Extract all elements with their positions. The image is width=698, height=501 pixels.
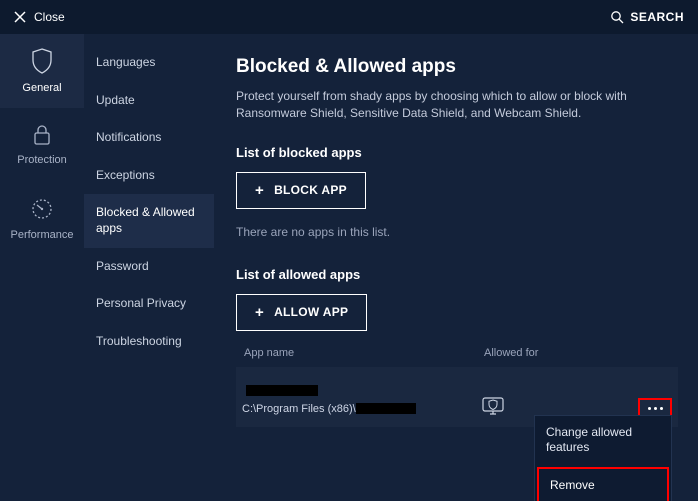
blocked-empty-text: There are no apps in this list. (236, 225, 678, 239)
allow-app-button[interactable]: + ALLOW APP (236, 294, 367, 331)
sub-troubleshooting[interactable]: Troubleshooting (84, 323, 214, 361)
redacted-block (246, 385, 318, 396)
sub-exceptions[interactable]: Exceptions (84, 157, 214, 195)
app-path-cell (242, 385, 482, 396)
menu-change-features[interactable]: Change allowed features (535, 416, 671, 465)
nav-protection[interactable]: Protection (0, 108, 84, 182)
row-context-menu: Change allowed features Remove (534, 415, 672, 501)
main-content: Blocked & Allowed apps Protect yourself … (214, 34, 698, 501)
nav-general[interactable]: General (0, 34, 84, 108)
sub-password[interactable]: Password (84, 248, 214, 286)
table-header: App name Allowed for (236, 347, 678, 359)
sub-notifications[interactable]: Notifications (84, 119, 214, 157)
primary-nav: General Protection Performance (0, 34, 84, 501)
search-icon (610, 10, 624, 24)
sub-blocked-allowed[interactable]: Blocked & Allowed apps (84, 194, 214, 247)
sub-nav: Languages Update Notifications Exception… (84, 34, 214, 501)
col-app-name: App name (244, 347, 484, 359)
nav-performance[interactable]: Performance (0, 182, 84, 256)
sub-languages[interactable]: Languages (84, 44, 214, 82)
sub-update[interactable]: Update (84, 82, 214, 120)
allowed-heading: List of allowed apps (236, 267, 678, 282)
nav-label: Protection (17, 154, 67, 166)
block-app-button[interactable]: + BLOCK APP (236, 172, 366, 209)
sub-personal-privacy[interactable]: Personal Privacy (84, 285, 214, 323)
page-title: Blocked & Allowed apps (236, 56, 678, 78)
allowed-row-wrapper: C:\Program Files (x86)\ Change allowed f… (236, 367, 678, 427)
close-icon (14, 11, 26, 23)
shield-monitor-icon (482, 397, 504, 420)
plus-icon: + (255, 183, 264, 198)
nav-label: Performance (11, 229, 74, 241)
nav-label: General (22, 82, 61, 94)
close-group[interactable]: Close (14, 10, 65, 24)
close-label: Close (34, 10, 65, 24)
blocked-heading: List of blocked apps (236, 145, 678, 160)
button-label: BLOCK APP (274, 183, 347, 197)
app-path-text: C:\Program Files (x86)\ (242, 403, 356, 415)
plus-icon: + (255, 305, 264, 320)
col-allowed-for: Allowed for (484, 347, 538, 359)
search-group[interactable]: SEARCH (610, 10, 684, 24)
search-label: SEARCH (630, 10, 684, 24)
lock-icon (32, 124, 52, 146)
shield-icon (31, 48, 53, 74)
app-path-cell: C:\Program Files (x86)\ (242, 403, 482, 415)
gauge-icon (30, 197, 54, 221)
title-bar: Close SEARCH (0, 0, 698, 34)
page-description: Protect yourself from shady apps by choo… (236, 88, 666, 123)
redacted-block (356, 403, 416, 414)
button-label: ALLOW APP (274, 305, 348, 319)
menu-remove[interactable]: Remove (537, 467, 669, 501)
